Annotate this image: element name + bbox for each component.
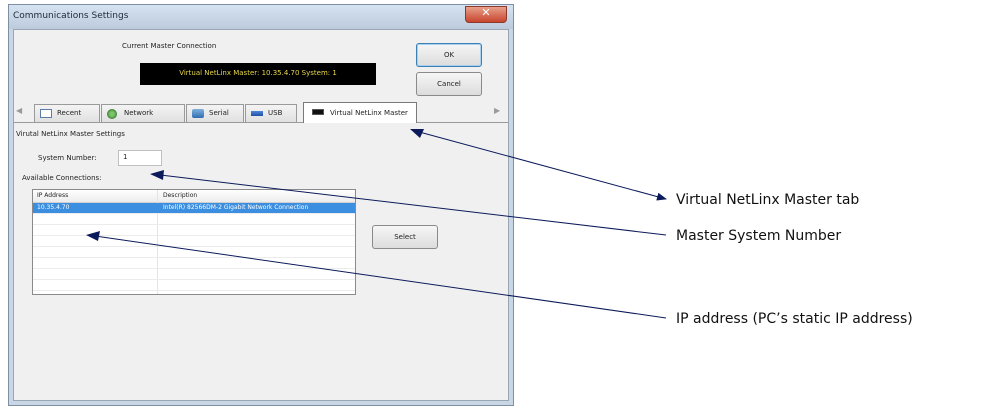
arrow-to-system-number <box>151 173 667 236</box>
arrowhead-vnm-tab <box>410 129 424 138</box>
arrow-to-ip-address <box>87 234 667 319</box>
annotation-system-number: Master System Number <box>676 228 842 244</box>
arrow-to-vnm-tab <box>411 129 667 201</box>
arrowhead-ip-address <box>86 231 100 241</box>
annotation-vnm-tab: Virtual NetLinx Master tab <box>676 192 860 208</box>
annotation-ip-address: IP address (PC’s static IP address) <box>676 311 913 327</box>
arrowhead-system-number <box>150 170 164 180</box>
